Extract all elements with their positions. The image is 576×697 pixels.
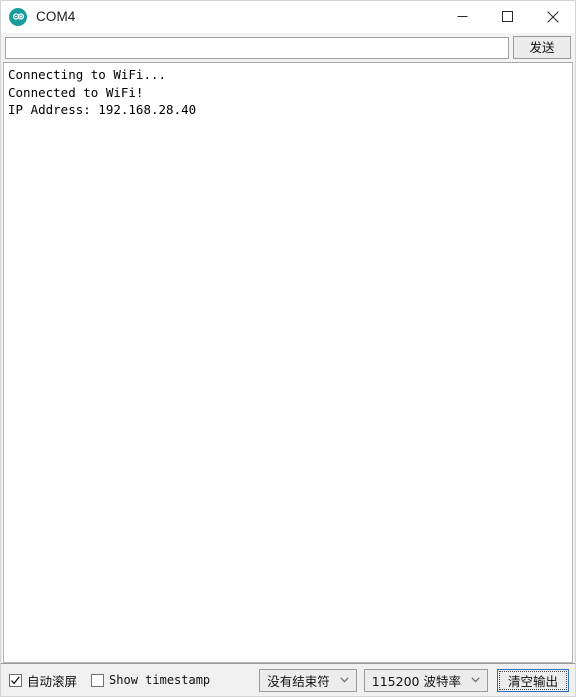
console-area: Connecting to WiFi... Connected to WiFi!… — [1, 62, 575, 663]
timestamp-checkbox-group[interactable]: Show timestamp — [91, 673, 210, 687]
window-title: COM4 — [36, 9, 76, 24]
send-input[interactable] — [5, 36, 509, 59]
line-ending-value: 没有结束符 — [267, 673, 330, 689]
send-bar: 发送 — [1, 33, 575, 62]
chevron-down-icon — [337, 677, 353, 683]
serial-monitor-window: COM4 发送 Connecting to WiFi... Connected … — [0, 0, 576, 697]
chevron-down-icon — [468, 677, 484, 683]
baud-rate-select[interactable]: 115200 波特率 — [363, 668, 488, 692]
send-button[interactable]: 发送 — [513, 36, 571, 59]
check-icon — [11, 675, 20, 684]
window-controls — [440, 1, 575, 32]
autoscroll-label: 自动滚屏 — [27, 673, 78, 689]
timestamp-label: Show timestamp — [109, 673, 211, 687]
clear-output-focus-ring: 清空输出 — [498, 670, 567, 690]
title-bar: COM4 — [1, 1, 575, 33]
close-button[interactable] — [530, 1, 575, 32]
serial-output-panel[interactable]: Connecting to WiFi... Connected to WiFi!… — [3, 62, 573, 663]
status-bar: 自动滚屏 Show timestamp 没有结束符 115200 波特率 清空输… — [1, 663, 575, 696]
timestamp-checkbox[interactable] — [91, 673, 105, 687]
autoscroll-checkbox[interactable] — [9, 673, 22, 687]
maximize-button[interactable] — [485, 1, 530, 32]
arduino-logo-icon — [9, 7, 27, 26]
clear-output-label: 清空输出 — [507, 673, 558, 689]
baud-rate-value: 115200 波特率 — [371, 673, 461, 689]
line-ending-select[interactable]: 没有结束符 — [259, 668, 357, 692]
serial-output-text: Connecting to WiFi... Connected to WiFi!… — [8, 67, 197, 117]
clear-output-button[interactable]: 清空输出 — [496, 668, 569, 692]
autoscroll-checkbox-group[interactable]: 自动滚屏 — [9, 671, 77, 690]
minimize-button[interactable] — [440, 1, 485, 32]
